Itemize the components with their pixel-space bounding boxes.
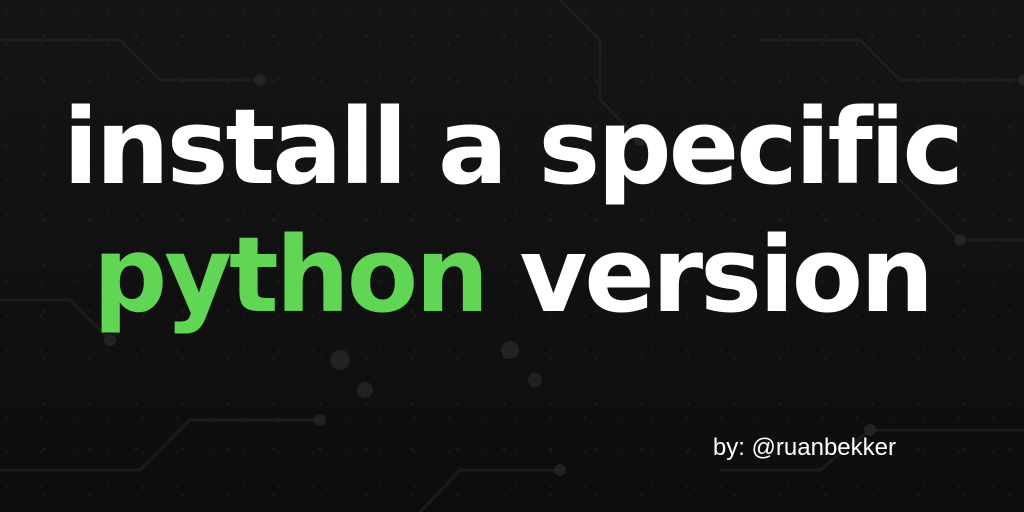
- headline-line-2-rest: version: [519, 214, 935, 336]
- headline-line-1: install a specific: [62, 86, 964, 208]
- author-byline: by: @ruanbekker: [712, 434, 896, 461]
- hero-banner: install a specific python version by: @r…: [0, 0, 1024, 512]
- headline-line-2: python version: [0, 220, 1024, 330]
- headline-accent-word: python: [92, 214, 489, 336]
